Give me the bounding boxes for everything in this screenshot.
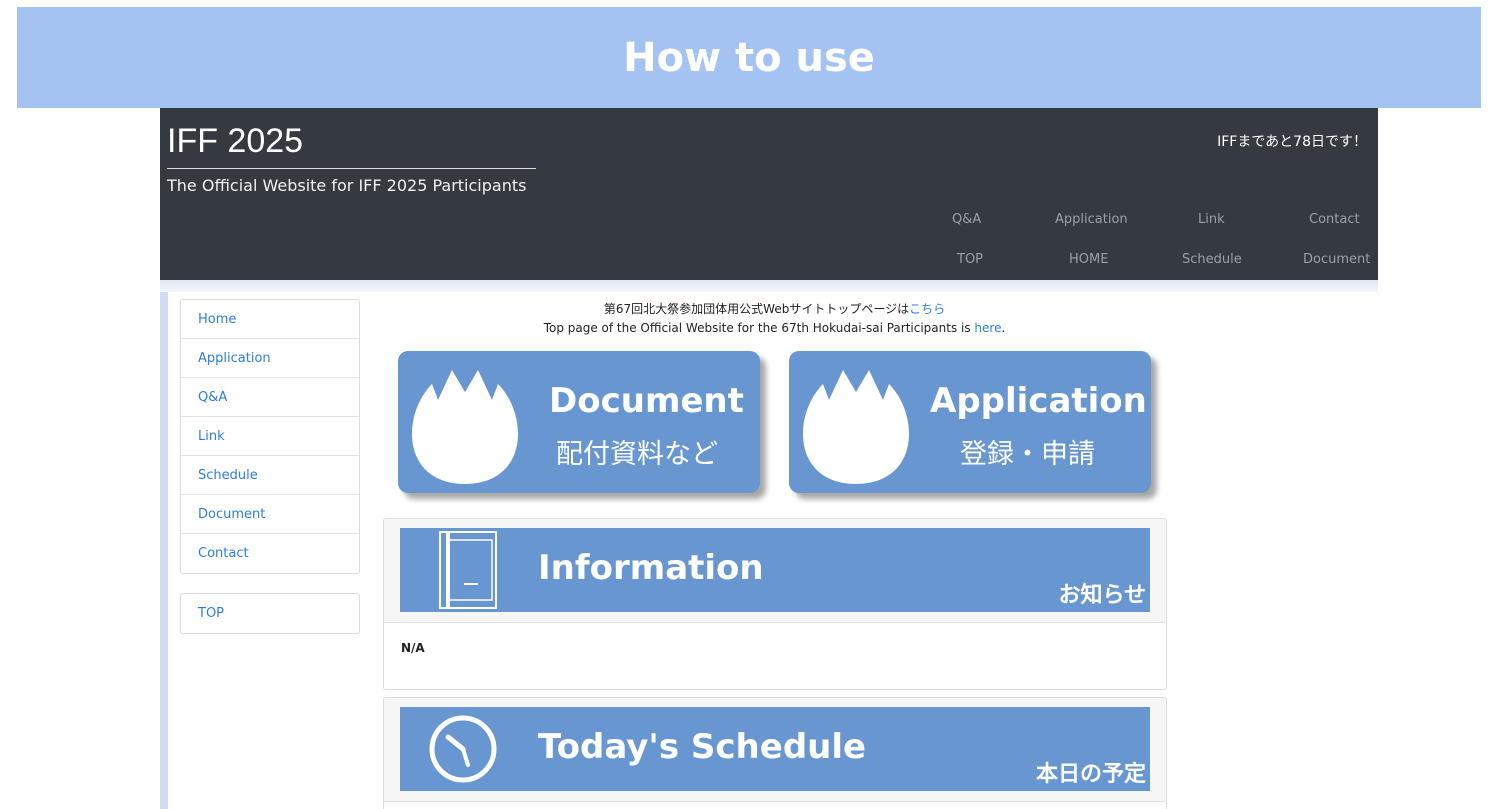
- application-button-subtitle: 登録・申請: [960, 439, 1095, 470]
- countdown-text: IFFまであと78日です！: [1217, 134, 1367, 150]
- information-content: N/A: [401, 641, 425, 655]
- sidebar-item-application[interactable]: Application: [181, 339, 359, 378]
- schedule-jp: 本日の予定: [1035, 762, 1146, 787]
- schedule-title: Today's Schedule: [538, 727, 867, 767]
- notice-en-line: Top page of the Official Website for the…: [393, 319, 1156, 338]
- drop-icon: [412, 370, 518, 484]
- clock-icon: [429, 715, 497, 783]
- nav-home[interactable]: HOME: [1069, 252, 1108, 267]
- how-to-use-banner: How to use: [17, 7, 1481, 108]
- site-header: IFF 2025 The Official Website for IFF 20…: [160, 108, 1378, 280]
- nav-contact[interactable]: Contact: [1309, 212, 1360, 227]
- notice-jp-link[interactable]: こちら: [909, 302, 945, 316]
- nav-link[interactable]: Link: [1198, 212, 1225, 227]
- notice-en-link[interactable]: here: [974, 321, 1001, 335]
- schedule-card: Today's Schedule 本日の予定: [383, 697, 1167, 809]
- sidebar-menu: Home Application Q&A Link Schedule Docum…: [180, 299, 360, 574]
- sidebar-top-box: TOP: [180, 593, 360, 634]
- nav-top[interactable]: TOP: [957, 252, 983, 267]
- nav-application[interactable]: Application: [1055, 212, 1128, 227]
- site-title[interactable]: IFF 2025: [167, 122, 303, 161]
- sidebar-item-schedule[interactable]: Schedule: [181, 456, 359, 495]
- sidebar-item-home[interactable]: Home: [181, 300, 359, 339]
- notice-en-text: Top page of the Official Website for the…: [543, 321, 975, 335]
- notebook-icon: [439, 531, 497, 609]
- top-strip: [0, 0, 1492, 7]
- how-to-use-title: How to use: [623, 34, 875, 81]
- left-stripe: [160, 292, 168, 809]
- information-card: Information お知らせ N/A: [383, 518, 1167, 690]
- document-button-title: Document: [549, 381, 744, 421]
- notice-en-end: .: [1001, 321, 1006, 335]
- document-button-subtitle: 配付資料など: [556, 439, 718, 470]
- title-divider: [167, 168, 536, 169]
- schedule-card-header: Today's Schedule 本日の予定: [384, 698, 1166, 802]
- application-button-title: Application: [930, 381, 1147, 421]
- schedule-banner: Today's Schedule 本日の予定: [400, 707, 1150, 791]
- site-subtitle: The Official Website for IFF 2025 Partic…: [167, 176, 527, 195]
- notice-jp-text: 第67回北大祭参加団体用公式Webサイトトップページは: [603, 302, 910, 316]
- nav-qa[interactable]: Q&A: [952, 212, 981, 227]
- sidebar-item-qa[interactable]: Q&A: [181, 378, 359, 417]
- information-card-header: Information お知らせ: [384, 519, 1166, 623]
- website-screenshot: IFF 2025 The Official Website for IFF 20…: [160, 108, 1378, 809]
- page-body: Home Application Q&A Link Schedule Docum…: [160, 280, 1378, 809]
- body-top-shade: [160, 280, 1378, 292]
- notice-text: 第67回北大祭参加団体用公式Webサイトトップページはこちら Top page …: [393, 300, 1156, 338]
- sidebar-item-contact[interactable]: Contact: [181, 534, 359, 573]
- sidebar-item-document[interactable]: Document: [181, 495, 359, 534]
- sidebar-item-link[interactable]: Link: [181, 417, 359, 456]
- information-title: Information: [538, 548, 764, 588]
- information-banner: Information お知らせ: [400, 528, 1150, 612]
- information-jp: お知らせ: [1058, 583, 1146, 608]
- notice-jp-line: 第67回北大祭参加団体用公式Webサイトトップページはこちら: [393, 300, 1156, 319]
- nav-document[interactable]: Document: [1303, 252, 1370, 267]
- sidebar-item-top[interactable]: TOP: [181, 594, 359, 633]
- document-button[interactable]: Document 配付資料など: [398, 351, 760, 493]
- drop-icon: [803, 370, 909, 484]
- nav-schedule[interactable]: Schedule: [1182, 252, 1242, 267]
- application-button[interactable]: Application 登録・申請: [789, 351, 1151, 493]
